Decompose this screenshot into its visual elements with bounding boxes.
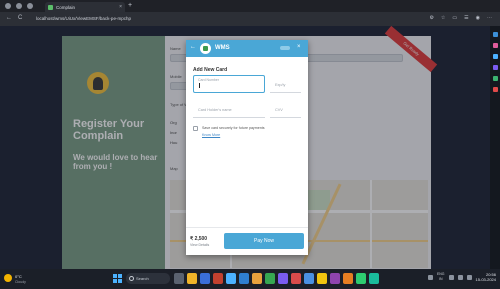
modal-title: Add New Card xyxy=(193,67,228,73)
brand-logo-icon xyxy=(200,43,211,54)
address-bar: ← C localhost/wms/UiUx/ViewEMSF/back-pe-… xyxy=(0,12,500,26)
toolbar-extension-icon[interactable]: ⚙ xyxy=(429,15,433,21)
battery-icon[interactable] xyxy=(466,274,472,280)
card-number-label: Card Number xyxy=(198,78,220,82)
modal-back-icon[interactable]: ← xyxy=(190,44,196,50)
app-orange-icon[interactable] xyxy=(343,273,353,284)
view-details-link[interactable]: View Details xyxy=(190,243,209,247)
sidebar-search-icon[interactable] xyxy=(492,32,498,37)
payment-modal: ← WMS × Add New Card Card Number Exp/iy … xyxy=(186,40,308,255)
pay-now-button[interactable]: Pay Now xyxy=(224,233,304,249)
url-field[interactable]: localhost/wms/UiUx/ViewEMSF/back-pe-mpch… xyxy=(36,15,366,23)
sidebar-games-icon[interactable] xyxy=(492,87,498,92)
weather-icon xyxy=(4,274,12,282)
lang-region: IN xyxy=(438,277,443,281)
start-button[interactable] xyxy=(113,274,122,283)
language-indicator[interactable]: ENG IN xyxy=(437,272,445,282)
sidebar-tools-icon[interactable] xyxy=(492,43,498,48)
modal-header: ← WMS × xyxy=(186,40,308,57)
back-icon[interactable]: ← xyxy=(6,15,12,21)
new-tab-icon[interactable]: + xyxy=(128,2,132,9)
app-chrome-icon[interactable] xyxy=(265,273,275,284)
weather-widget[interactable]: 0°C Cloudy xyxy=(4,272,44,286)
app-yellow-icon[interactable] xyxy=(317,273,327,284)
app-red-icon[interactable] xyxy=(291,273,301,284)
know-more-link[interactable]: Know More xyxy=(202,133,220,137)
browser-tab[interactable]: Complain × xyxy=(45,2,125,12)
close-tab-icon[interactable]: × xyxy=(119,4,122,10)
sidebar-teams-icon[interactable] xyxy=(492,65,498,70)
modal-footer: ₹ 2,500 View Details Pay Now xyxy=(186,227,308,255)
app-blue-icon[interactable] xyxy=(304,273,314,284)
language-toggle[interactable] xyxy=(280,46,290,50)
app-mail-icon[interactable] xyxy=(226,273,236,284)
window-control-icon[interactable] xyxy=(16,3,22,9)
wifi-icon[interactable] xyxy=(448,274,454,280)
sidebar-office-icon[interactable] xyxy=(492,76,498,81)
lang-code: ENG xyxy=(436,272,445,276)
toolbar-star-icon[interactable]: ☆ xyxy=(441,15,445,21)
cvv-field[interactable]: CVV xyxy=(270,100,301,118)
reload-icon[interactable]: C xyxy=(18,15,22,21)
weather-temp: 0°C xyxy=(15,274,22,279)
taskbar-search[interactable]: Search xyxy=(126,273,170,284)
tab-title: Complain xyxy=(56,4,76,10)
toolbar-favorites-icon[interactable]: ☰ xyxy=(464,15,468,21)
toolbar-split-icon[interactable]: ▭ xyxy=(452,15,457,21)
expiry-placeholder: Exp/iy xyxy=(275,83,286,87)
tray-chevron-icon[interactable] xyxy=(427,274,433,280)
browser-tab-bar: Complain × + xyxy=(0,0,500,12)
save-card-text: Save card securely for future payments xyxy=(202,126,265,130)
app-office-icon[interactable] xyxy=(213,273,223,284)
taskbar: 0°C Cloudy Search ENG IN 20:56 15-03-202… xyxy=(0,269,500,289)
app-teal-icon[interactable] xyxy=(369,273,379,284)
app-green-icon[interactable] xyxy=(356,273,366,284)
app-explorer-icon[interactable] xyxy=(187,273,197,284)
payment-amount: ₹ 2,500 xyxy=(190,236,208,242)
system-tray: ENG IN 20:56 15-03-2024 xyxy=(427,272,496,282)
card-number-field[interactable]: Card Number xyxy=(193,75,265,93)
window-control-icon[interactable] xyxy=(5,3,11,9)
taskbar-apps xyxy=(174,273,379,284)
cvv-placeholder: CVV xyxy=(275,108,283,112)
window-control-icon[interactable] xyxy=(27,3,33,9)
toolbar-more-icon[interactable]: ⋯ xyxy=(487,15,492,21)
app-purple-icon[interactable] xyxy=(330,273,340,284)
weather-desc: Cloudy xyxy=(15,280,26,284)
text-caret xyxy=(199,83,200,88)
card-holder-field[interactable]: Card Holder's name xyxy=(193,100,265,118)
app-folder-icon[interactable] xyxy=(252,273,262,284)
expiry-field[interactable]: Exp/iy xyxy=(270,75,301,93)
app-edge-icon[interactable] xyxy=(200,273,210,284)
browser-sidebar xyxy=(490,26,500,269)
clock-date: 15-03-2024 xyxy=(475,277,496,282)
save-card-checkbox[interactable] xyxy=(193,126,198,131)
volume-icon[interactable] xyxy=(457,274,463,280)
clock[interactable]: 20:56 15-03-2024 xyxy=(476,272,496,282)
sidebar-outlook-icon[interactable] xyxy=(492,54,498,59)
modal-close-icon[interactable]: × xyxy=(297,44,301,50)
app-teams-icon[interactable] xyxy=(278,273,288,284)
app-vscode-icon[interactable] xyxy=(239,273,249,284)
browser-toolbar: ⚙ ☆ ▭ ☰ ◉ ⋯ xyxy=(429,15,492,21)
card-holder-placeholder: Card Holder's name xyxy=(198,108,232,112)
tab-favicon-icon xyxy=(48,4,53,10)
toolbar-profile-icon[interactable]: ◉ xyxy=(476,15,480,21)
task-view-icon[interactable] xyxy=(174,273,184,284)
brand-name: WMS xyxy=(215,45,230,51)
